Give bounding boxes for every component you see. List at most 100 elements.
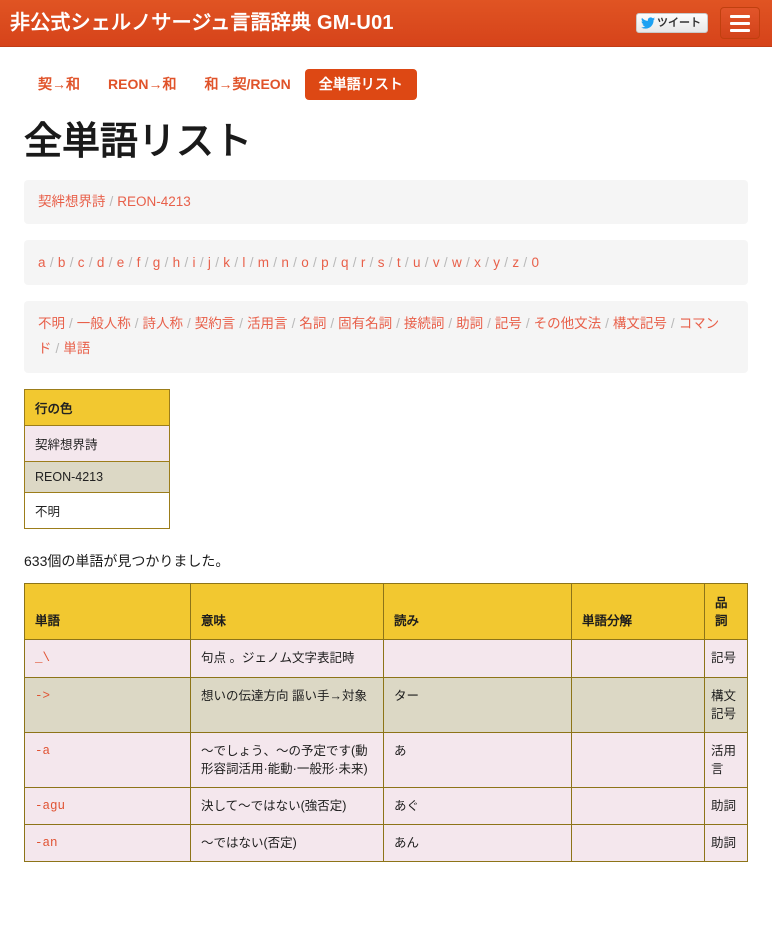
letter-link-7[interactable]: g <box>153 255 161 270</box>
tag-link-6[interactable]: 名詞 <box>299 316 326 331</box>
legend-header-row: 行の色 <box>24 389 170 427</box>
list-separator: / <box>404 254 409 270</box>
list-separator: / <box>330 316 335 332</box>
tab-2[interactable]: REON→和 <box>94 69 190 100</box>
list-separator: / <box>448 316 453 332</box>
list-separator: / <box>69 316 73 332</box>
column-header-4: 単語分解 <box>571 583 705 641</box>
legend-row: 契絆想界詩 <box>24 425 170 463</box>
letter-link-21[interactable]: u <box>413 255 421 270</box>
letter-link-23[interactable]: w <box>452 255 462 270</box>
tag-link-4[interactable]: 契約言 <box>195 316 236 331</box>
list-separator: / <box>249 254 254 270</box>
hamburger-bar <box>730 28 750 32</box>
tab-4[interactable]: 全単語リスト <box>304 69 417 101</box>
list-separator: / <box>396 316 400 332</box>
legend-row-label: 不明 <box>24 492 170 530</box>
tweet-button-label: ツイート <box>657 16 701 29</box>
list-separator: / <box>388 254 393 270</box>
letter-link-3[interactable]: c <box>78 255 85 270</box>
word-list-table-body: _\ 句点 。ジェノム文字表記時 記号 -> 想いの伝達方向 謳い手→対象 ター 構文記号 -… <box>24 639 748 863</box>
tab-1[interactable]: 契→和 <box>24 69 94 100</box>
letter-link-1[interactable]: a <box>38 255 46 270</box>
cell-reading: あぐ <box>383 786 572 826</box>
result-count-text: 633個の単語が見つかりました。 <box>24 553 230 570</box>
cell-reading: ター <box>383 676 572 733</box>
letter-link-5[interactable]: e <box>117 255 125 270</box>
tweet-button[interactable]: ツイート <box>636 13 708 33</box>
list-separator: / <box>273 254 278 270</box>
breadcrumb-item-2[interactable]: REON-4213 <box>117 194 191 209</box>
part-of-speech-filter-bar: 不明 / 一般人称 / 詩人称 / 契約言 / 活用言 / 名詞 / 固有名詞 / 接続詞 / 助詞 / 記号 / その… <box>24 301 748 374</box>
letter-link-15[interactable]: o <box>301 255 309 270</box>
cell-decomposition <box>571 676 705 733</box>
list-separator: / <box>109 194 114 210</box>
table-row[interactable]: _\ 句点 。ジェノム文字表記時 記号 <box>24 639 748 678</box>
cell-decomposition <box>571 731 705 789</box>
list-separator: / <box>108 254 113 270</box>
letter-link-27[interactable]: 0 <box>531 255 539 270</box>
list-separator: / <box>144 254 149 270</box>
tag-link-1[interactable]: 不明 <box>38 316 65 331</box>
letter-link-2[interactable]: b <box>58 255 66 270</box>
letter-link-17[interactable]: q <box>341 255 349 270</box>
tag-link-14[interactable]: 単語 <box>63 341 90 356</box>
hamburger-bar <box>730 21 750 25</box>
list-separator: / <box>313 254 318 270</box>
table-row[interactable]: -> 想いの伝達方向 謳い手→対象 ター 構文記号 <box>24 676 748 733</box>
hamburger-bar <box>730 14 750 18</box>
list-separator: / <box>128 254 133 270</box>
tag-link-10[interactable]: 記号 <box>495 316 522 331</box>
tag-link-11[interactable]: その他文法 <box>534 316 602 331</box>
tag-link-9[interactable]: 助詞 <box>456 316 483 331</box>
cell-word: -an <box>24 824 191 863</box>
list-separator: / <box>88 254 93 270</box>
letter-link-22[interactable]: v <box>433 255 440 270</box>
list-separator: / <box>239 316 244 332</box>
legend-header-cell: 行の色 <box>24 389 170 427</box>
cell-word: -a <box>24 731 191 789</box>
breadcrumb-item-1[interactable]: 契絆想界詩 <box>38 194 106 209</box>
legend-row: 不明 <box>24 492 170 530</box>
cell-part-of-speech: 助詞 <box>704 824 748 863</box>
tag-link-2[interactable]: 一般人称 <box>77 316 131 331</box>
letter-link-4[interactable]: d <box>97 255 105 270</box>
list-separator: / <box>234 254 239 270</box>
hamburger-menu-icon[interactable] <box>720 7 760 39</box>
list-separator: / <box>55 341 60 357</box>
tag-link-7[interactable]: 固有名詞 <box>338 316 392 331</box>
list-separator: / <box>525 316 530 332</box>
letter-filter-bar: a / b / c / d / e / f / g / h / i / j / k / l / m / n / o / p / q / r / s / t /… <box>24 239 748 286</box>
list-separator: / <box>485 254 490 270</box>
tag-link-3[interactable]: 詩人称 <box>143 316 184 331</box>
letter-link-13[interactable]: m <box>258 255 270 270</box>
table-row[interactable]: -an ～ではない(否定) あん 助詞 <box>24 824 748 863</box>
site-brand-title: 非公式シェルノサージュ言語辞典 GM-U01 <box>10 12 394 34</box>
cell-part-of-speech: 構文記号 <box>704 676 748 733</box>
letter-link-16[interactable]: p <box>321 255 329 270</box>
tag-link-8[interactable]: 接続詞 <box>404 316 445 331</box>
list-separator: / <box>69 254 74 270</box>
list-separator: / <box>215 254 220 270</box>
column-header-5: 品詞 <box>704 583 748 641</box>
letter-link-18[interactable]: r <box>361 255 366 270</box>
word-list-header-row: 単語 意味 読み 単語分解 品詞 <box>24 583 748 641</box>
letter-link-14[interactable]: n <box>281 255 289 270</box>
letter-link-19[interactable]: s <box>378 255 385 270</box>
cell-word: -agu <box>24 786 191 826</box>
list-separator: / <box>369 254 374 270</box>
legend-row: REON-4213 <box>24 461 170 494</box>
tag-link-12[interactable]: 構文記号 <box>613 316 667 331</box>
list-separator: / <box>291 316 296 332</box>
list-separator: / <box>670 316 675 332</box>
cell-decomposition <box>571 786 705 826</box>
table-row[interactable]: -a ～でしょう、～の予定です(動形容詞活用·能動·一般形·未来) あ 活用言 <box>24 731 748 789</box>
twitter-bird-icon <box>641 17 655 29</box>
table-row[interactable]: -agu 決して～ではない(強否定) あぐ 助詞 <box>24 786 748 826</box>
tag-link-5[interactable]: 活用言 <box>247 316 288 331</box>
cell-decomposition <box>571 639 705 678</box>
tab-3[interactable]: 和→契/REON <box>190 69 304 100</box>
primary-nav-tabs: 契→和 REON→和 和→契/REON 全単語リスト <box>24 47 748 108</box>
page-container: 契→和 REON→和 和→契/REON 全単語リスト 全単語リスト 契絆想界詩 / REO… <box>0 47 772 863</box>
page-title: 全単語リスト <box>24 121 253 164</box>
